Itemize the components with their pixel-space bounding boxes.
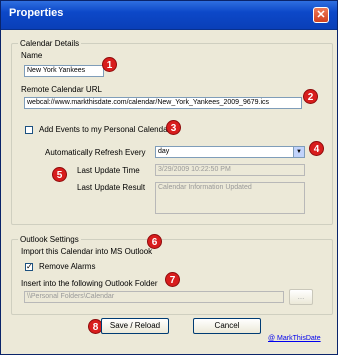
remove-alarms-checkbox[interactable]: ✓ <box>25 263 33 271</box>
name-input[interactable]: New York Yankees <box>24 65 104 77</box>
remove-alarms-label: Remove Alarms <box>39 262 96 271</box>
import-label: Import this Calendar into MS Outlook <box>21 247 153 256</box>
last-update-result-field: Calendar Information Updated <box>155 182 305 214</box>
annotation-badge-5: 5 <box>52 167 67 182</box>
refresh-label: Automatically Refresh Every <box>45 148 146 157</box>
folder-input: \\Personal Folders\Calendar <box>24 291 284 303</box>
last-update-result-label: Last Update Result <box>77 183 146 192</box>
outlook-settings-legend: Outlook Settings <box>20 235 79 244</box>
calendar-details-legend: Calendar Details <box>20 39 80 48</box>
chevron-down-icon[interactable]: ▼ <box>293 147 304 157</box>
url-label: Remote Calendar URL <box>21 85 102 94</box>
annotation-badge-4: 4 <box>309 141 324 156</box>
cancel-button[interactable]: Cancel <box>193 318 261 334</box>
last-update-time-label: Last Update Time <box>77 166 140 175</box>
url-input[interactable]: webcal://www.markthisdate.com/calendar/N… <box>24 97 302 109</box>
title-bar[interactable]: Properties ✕ <box>1 1 337 30</box>
name-label: Name <box>21 51 43 60</box>
annotation-badge-3: 3 <box>166 120 181 135</box>
refresh-select-value: day <box>158 148 170 155</box>
browse-folder-button[interactable]: ... <box>289 289 313 305</box>
add-events-label: Add Events to my Personal Calendar <box>39 125 171 134</box>
window-title: Properties <box>9 7 64 19</box>
folder-label: Insert into the following Outlook Folder <box>21 279 158 288</box>
save-reload-button[interactable]: Save / Reload <box>101 318 169 334</box>
markthisdate-link[interactable]: @ MarkThisDate <box>268 335 321 342</box>
annotation-badge-7: 7 <box>165 272 180 287</box>
last-update-time-field: 3/29/2009 10:22:50 PM <box>155 164 305 176</box>
refresh-select[interactable]: day ▼ <box>155 146 305 158</box>
annotation-badge-1: 1 <box>102 57 117 72</box>
properties-dialog: Properties ✕ Calendar Details Name New Y… <box>0 0 338 355</box>
annotation-badge-2: 2 <box>303 89 318 104</box>
dialog-content: Calendar Details Name New York Yankees 1… <box>4 30 334 351</box>
add-events-checkbox[interactable] <box>25 126 33 134</box>
close-button[interactable]: ✕ <box>313 7 329 23</box>
